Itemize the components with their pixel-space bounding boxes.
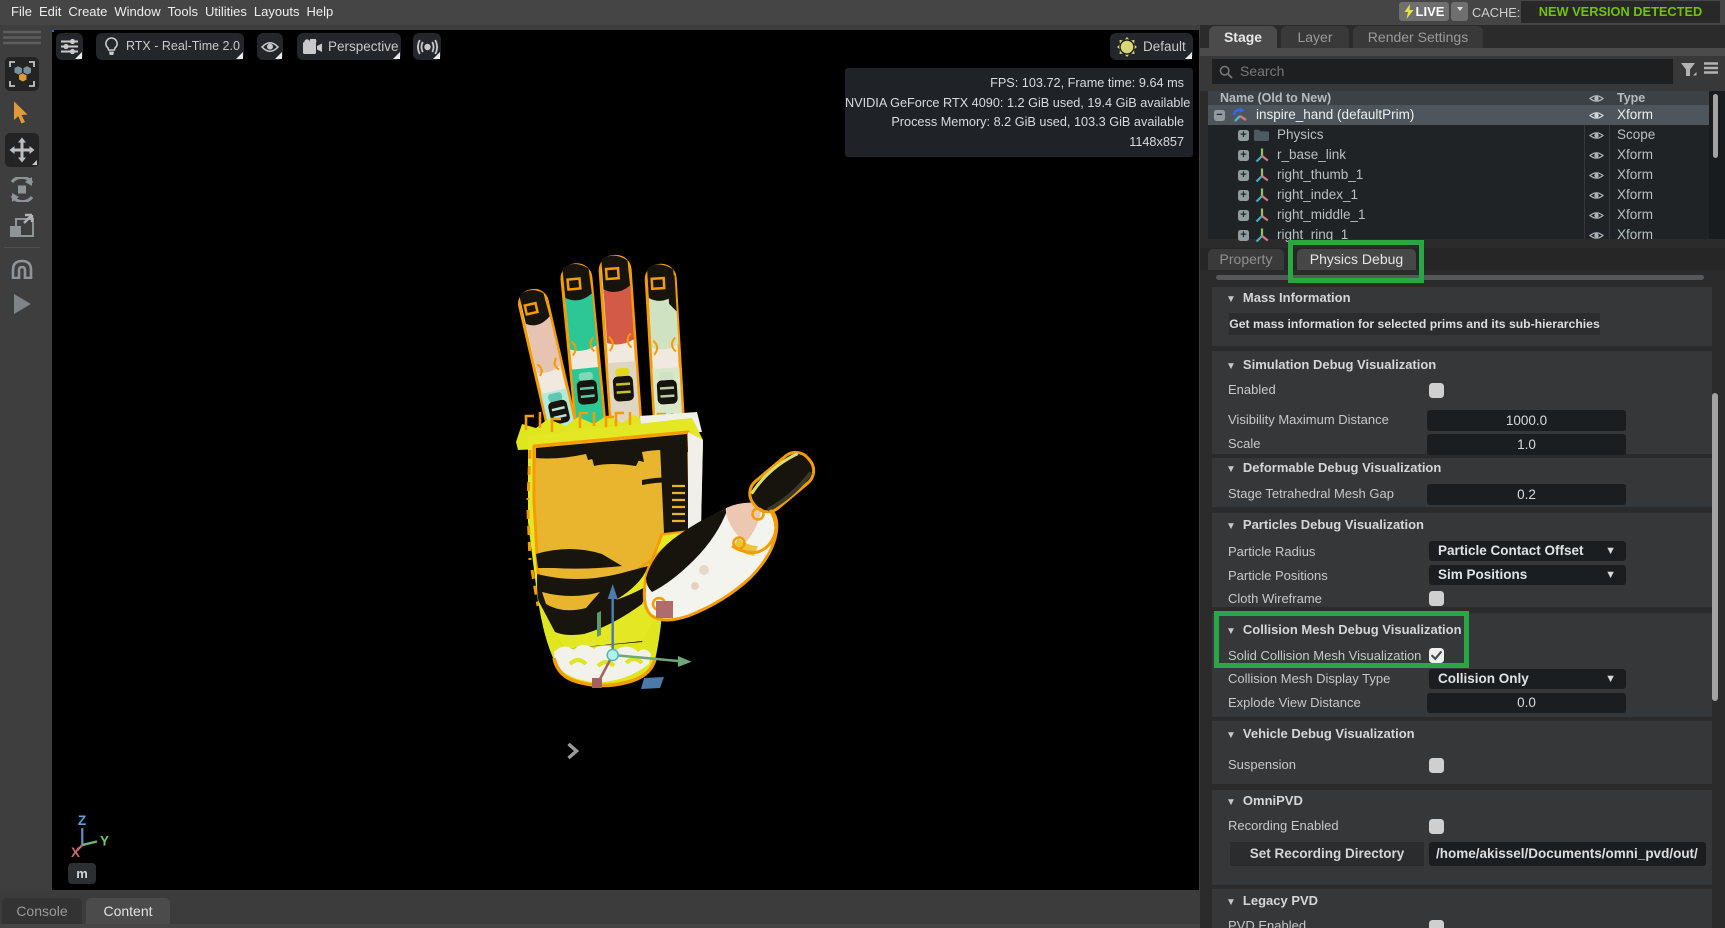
svg-text:Y: Y xyxy=(100,834,109,849)
svg-text:Z: Z xyxy=(78,813,86,828)
svg-text:X: X xyxy=(71,845,80,858)
